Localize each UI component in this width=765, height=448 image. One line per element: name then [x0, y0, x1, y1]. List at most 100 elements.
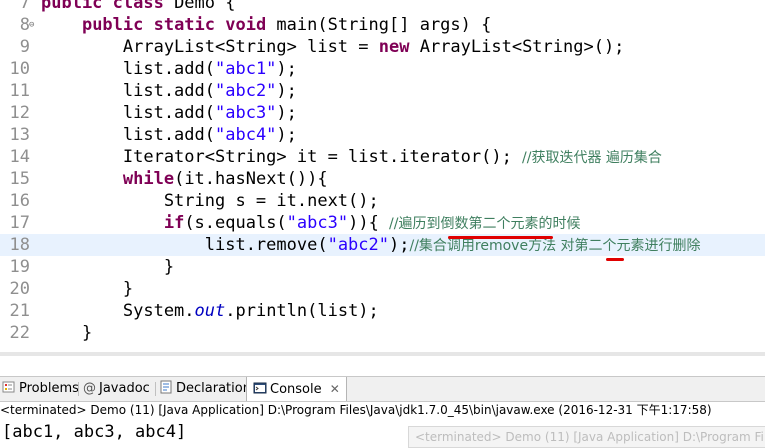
horizontal-scrollbar[interactable] — [0, 352, 765, 356]
code-token: ); — [276, 81, 297, 101]
code-comment: //获取迭代器 遍历集合 — [522, 150, 662, 166]
code-comment: //集合调用remove方法 对第二个元素进行删除 — [409, 238, 701, 254]
code-keyword: new — [378, 37, 420, 57]
code-token: System. — [41, 301, 195, 321]
tab-declaration[interactable]: Declaration — [159, 377, 251, 401]
code-text: System.out.println(list); — [41, 300, 379, 322]
code-text: list.add("abc4"); — [41, 124, 297, 146]
code-token: list.add( — [41, 125, 215, 145]
code-token: list.remove( — [41, 235, 328, 255]
code-text: list.add("abc3"); — [41, 102, 297, 124]
tab-problems[interactable]: Problems — [2, 377, 79, 401]
code-keyword: while — [122, 169, 175, 189]
code-token: Demo { — [174, 0, 236, 13]
line-number: 7 — [19, 0, 30, 13]
code-text: } — [41, 322, 92, 344]
code-keyword: public class — [41, 0, 175, 13]
code-string: "abc3" — [286, 213, 349, 233]
code-line[interactable]: 22 } — [0, 322, 765, 344]
code-token: (s.equals( — [184, 213, 287, 233]
code-token: list.add( — [41, 81, 215, 101]
tab-console-label: Console — [270, 382, 322, 397]
code-comment: //遍历到倒数第二个元素的时候 — [389, 216, 581, 232]
console-status-line: <terminated> Demo (11) [Java Application… — [0, 403, 712, 417]
code-line[interactable]: 11 list.add("abc2"); — [0, 80, 765, 102]
fold-toggle-icon[interactable]: ⊖ — [29, 14, 34, 36]
line-number: 13 — [9, 125, 30, 145]
line-number: 9 — [19, 37, 30, 57]
tab-problems-label: Problems — [19, 381, 79, 396]
code-token: .println(list); — [225, 301, 379, 321]
code-string: "abc2" — [327, 235, 389, 255]
line-number: 19 — [9, 257, 30, 277]
code-string: "abc1" — [215, 59, 277, 79]
code-text: Iterator<String> it = list.iterator(); /… — [41, 146, 662, 169]
code-token: ArrayList<String>(); — [419, 37, 625, 57]
line-number: 16 — [9, 191, 30, 211]
code-text: String s = it.next(); — [41, 190, 379, 212]
line-number: 21 — [9, 301, 30, 321]
code-text: } — [41, 278, 133, 300]
code-text: public class Demo { — [41, 0, 235, 14]
code-text: while(it.hasNext()){ — [41, 168, 328, 190]
line-number: 15 — [9, 169, 30, 189]
line-number: 10 — [9, 59, 30, 79]
code-line[interactable]: 13 list.add("abc4"); — [0, 124, 765, 146]
declaration-icon — [159, 379, 173, 394]
code-token: ); — [389, 235, 410, 255]
tab-javadoc-label: Javadoc — [99, 381, 150, 396]
code-line[interactable]: 21 System.out.println(list); — [0, 300, 765, 322]
code-line[interactable]: 16 String s = it.next(); — [0, 190, 765, 212]
code-line[interactable]: 7 public class Demo { — [0, 0, 765, 14]
line-number: 17 — [9, 213, 30, 233]
code-token: )){ — [348, 213, 390, 233]
line-number: 11 — [9, 81, 30, 101]
code-string: "abc2" — [215, 81, 277, 101]
code-text: list.add("abc2"); — [41, 80, 297, 102]
code-token: Iterator<String> it = list.iterator(); — [41, 147, 523, 167]
tab-separator — [155, 382, 156, 396]
line-number: 8 — [19, 15, 30, 35]
code-editor[interactable]: 7 public class Demo {8 ⊖ public static voi… — [0, 0, 765, 356]
tab-declaration-label: Declaration — [176, 381, 251, 396]
code-text: list.add("abc1"); — [41, 58, 297, 80]
code-line[interactable]: 19 } — [0, 256, 765, 278]
code-token: (it.hasNext()){ — [174, 169, 328, 189]
code-token: list.add( — [41, 59, 215, 79]
console-output[interactable]: [abc1, abc3, abc4] — [2, 421, 186, 443]
code-line[interactable]: 15 while(it.hasNext()){ — [0, 168, 765, 190]
code-text: ArrayList<String> list = new ArrayList<S… — [41, 36, 625, 58]
code-token: ); — [276, 125, 297, 145]
code-line[interactable]: 17 if(s.equals("abc3")){ //遍历到倒数第二个元素的时候 — [0, 212, 765, 234]
code-line[interactable]: 8 ⊖ public static void main(String[] args… — [0, 14, 765, 36]
code-keyword: if — [163, 213, 185, 233]
code-keyword: public static void — [81, 15, 277, 35]
tab-javadoc[interactable]: @ Javadoc — [83, 377, 150, 401]
code-token: ); — [276, 103, 297, 123]
code-line[interactable]: 12 list.add("abc3"); — [0, 102, 765, 124]
code-token: ArrayList<String> list = — [41, 37, 379, 57]
code-line[interactable]: 18 list.remove("abc2");//集合调用remove方法 对第… — [0, 234, 765, 256]
code-token: } — [41, 279, 134, 299]
problems-icon — [2, 379, 16, 393]
hover-tooltip: <terminated> Demo (11) [Java Application… — [408, 426, 765, 448]
line-number: 18 — [9, 235, 30, 255]
code-line[interactable]: 14 Iterator<String> it = list.iterator()… — [0, 146, 765, 168]
tab-separator — [78, 382, 79, 396]
close-icon[interactable]: ✕ — [330, 382, 340, 396]
line-number: 20 — [9, 279, 30, 299]
line-number: 14 — [9, 147, 30, 167]
code-line[interactable]: 20 } — [0, 278, 765, 300]
tab-console[interactable]: Console ✕ — [246, 377, 347, 401]
code-line[interactable]: 10 list.add("abc1"); — [0, 58, 765, 80]
code-token: list.add( — [41, 103, 215, 123]
code-text: list.remove("abc2");//集合调用remove方法 对第二个元… — [41, 234, 701, 257]
code-text: } — [41, 256, 174, 278]
code-token: } — [41, 257, 175, 277]
code-string: "abc3" — [215, 103, 277, 123]
code-line[interactable]: 9 ArrayList<String> list = new ArrayList… — [0, 36, 765, 58]
red-underline-annotation — [448, 236, 553, 239]
